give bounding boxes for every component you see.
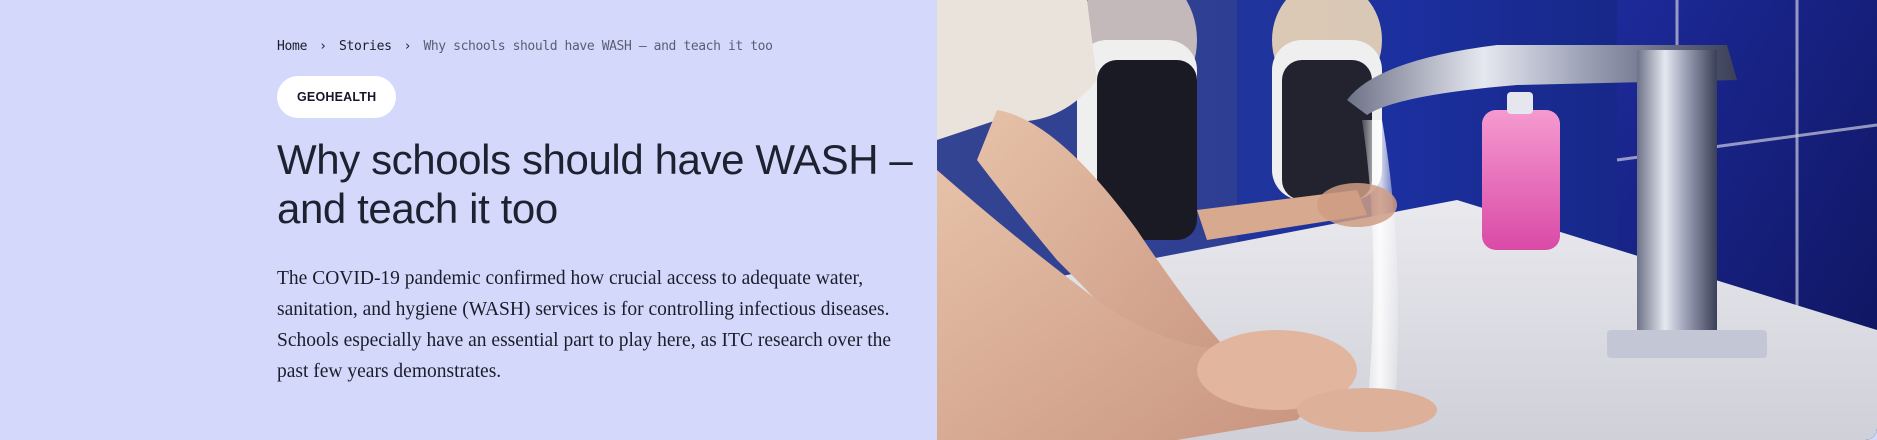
breadcrumb-current: Why schools should have WASH – and teach… <box>423 38 773 54</box>
breadcrumb-home-link[interactable]: Home <box>277 39 307 54</box>
breadcrumb: Home › Stories › Why schools should have… <box>277 36 917 56</box>
hero-image <box>937 0 1877 440</box>
hero-content: Home › Stories › Why schools should have… <box>277 36 917 387</box>
hero-text-panel: Home › Stories › Why schools should have… <box>0 0 937 440</box>
breadcrumb-stories-link[interactable]: Stories <box>339 39 392 54</box>
category-tag[interactable]: GEOHEALTH <box>277 76 397 118</box>
chevron-right-icon: › <box>403 38 412 54</box>
handwashing-photo <box>937 0 1877 440</box>
page-title: Why schools should have WASH – and teach… <box>277 136 913 232</box>
chevron-right-icon: › <box>319 38 327 54</box>
story-hero: Home › Stories › Why schools should have… <box>0 0 1877 440</box>
story-intro: The COVID-19 pandemic confirmed how cruc… <box>277 268 892 382</box>
